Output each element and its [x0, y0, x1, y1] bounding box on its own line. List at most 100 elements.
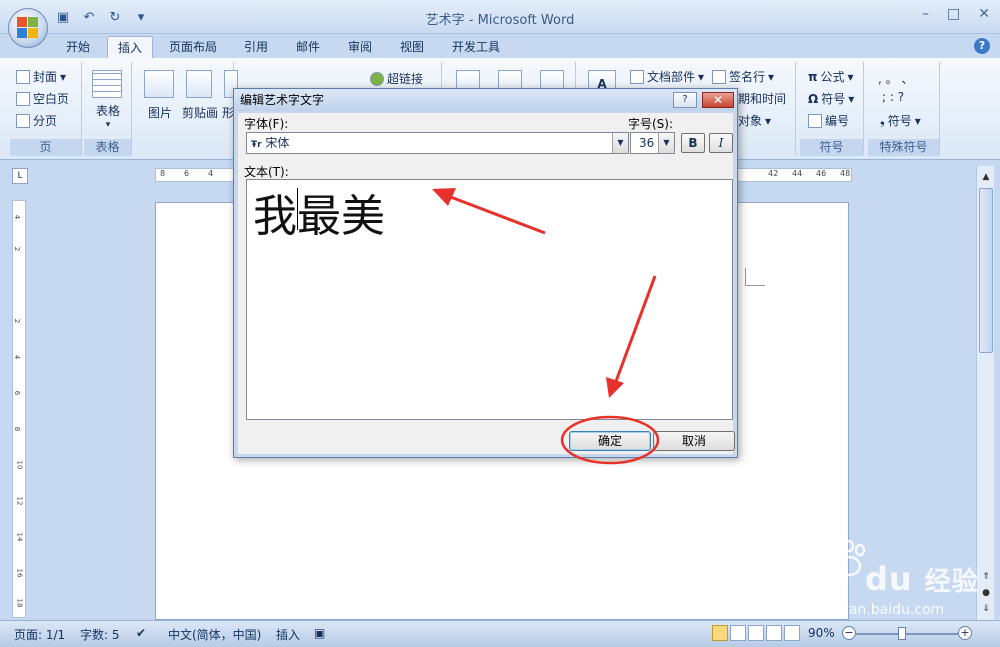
signature-icon — [712, 69, 726, 84]
numbering-button[interactable]: 编号 — [808, 112, 849, 129]
scroll-up-icon[interactable]: ▲ — [979, 170, 993, 184]
quick-parts-button[interactable]: 文档部件 ▾ — [630, 68, 704, 85]
vertical-scrollbar[interactable]: ▲ ⇑ ● ⇓ — [976, 166, 994, 620]
equation-button[interactable]: π 公式 ▾ — [808, 68, 854, 85]
office-logo-icon — [17, 17, 39, 39]
title-bar: ▣ ↶ ↻ ▾ 艺术字 - Microsoft Word – □ ✕ — [0, 0, 1000, 34]
tab-review[interactable]: 审阅 — [340, 36, 380, 58]
office-button[interactable] — [8, 8, 48, 48]
ruler-number: 14 — [15, 532, 24, 542]
macro-record-icon[interactable]: ▣ — [314, 626, 325, 640]
tab-view[interactable]: 视图 — [392, 36, 432, 58]
punctuation-row-2[interactable]: ; : ? — [882, 90, 904, 104]
signature-line-button[interactable]: 签名行 ▾ — [712, 68, 774, 85]
table-button[interactable]: 表格 — [84, 102, 132, 119]
size-label: 字号(S): — [628, 117, 674, 131]
next-page-icon[interactable]: ⇓ — [979, 602, 993, 616]
language-indicator[interactable]: 中文(简体，中国) — [168, 626, 261, 643]
size-value: 36 — [639, 136, 655, 150]
quick-parts-icon — [630, 69, 644, 84]
group-label-pages: 页 — [10, 139, 81, 156]
picture-button[interactable]: 图片 — [140, 104, 180, 121]
full-screen-reading-icon[interactable] — [730, 625, 746, 641]
ruler-number: 16 — [15, 568, 24, 578]
help-icon[interactable]: ? — [974, 38, 990, 54]
ruler-number: 44 — [792, 169, 803, 178]
edit-wordart-dialog: 编辑艺术字文字 ? ✕ 字体(F): Ŧr 宋体 ▼ 字号(S): 36 ▼ B… — [233, 88, 738, 458]
ruler-number: 4 — [13, 354, 22, 360]
dialog-close-button[interactable]: ✕ — [702, 92, 734, 108]
tab-references[interactable]: 引用 — [236, 36, 276, 58]
cancel-button[interactable]: 取消 — [653, 431, 735, 451]
page-break-button[interactable]: 分页 — [16, 112, 57, 129]
size-select[interactable]: 36 ▼ — [630, 132, 675, 154]
page-count[interactable]: 页面: 1/1 — [14, 626, 65, 643]
vertical-ruler[interactable]: 4 2 2 4 6 8 10 12 14 16 18 — [12, 200, 26, 618]
tab-developer[interactable]: 开发工具 — [444, 36, 508, 58]
picture-icon[interactable] — [144, 70, 174, 98]
symbol-button[interactable]: Ω 符号 ▾ — [808, 90, 854, 107]
group-pages: 封面 ▾ 空白页 分页 页 — [10, 62, 82, 156]
word-count[interactable]: 字数: 5 — [80, 626, 120, 643]
proofing-icon[interactable]: ✔ — [136, 626, 146, 640]
date-time-button[interactable]: 期和时间 — [738, 90, 786, 107]
object-button[interactable]: 对象 ▾ — [738, 112, 771, 129]
ruler-number: 10 — [15, 460, 24, 470]
ruler-number: 12 — [15, 496, 24, 506]
insert-mode[interactable]: 插入 — [276, 626, 300, 643]
chevron-down-icon[interactable]: ▼ — [612, 133, 628, 153]
hyperlink-icon — [370, 71, 384, 86]
tab-home[interactable]: 开始 — [56, 36, 100, 58]
blank-page-icon — [16, 91, 30, 106]
dialog-body: 字体(F): Ŧr 宋体 ▼ 字号(S): 36 ▼ B I 文本(T): 我最… — [238, 113, 735, 454]
margin-corner-mark — [745, 268, 765, 286]
baidu-watermark: Bai du 经验 jingyan.baidu.com — [765, 540, 978, 630]
chevron-down-icon[interactable]: ▼ — [658, 133, 674, 153]
pi-icon: π — [808, 69, 818, 84]
maximize-button[interactable]: □ — [947, 6, 960, 22]
zoom-slider[interactable] — [856, 633, 958, 635]
bold-button[interactable]: B — [681, 133, 705, 153]
scroll-thumb[interactable] — [979, 188, 993, 353]
print-layout-view-icon[interactable] — [712, 625, 728, 641]
special-symbol-button[interactable]: ❟ 符号 ▾ — [880, 112, 921, 129]
dialog-title: 编辑艺术字文字 — [234, 89, 737, 111]
previous-page-icon[interactable]: ⇑ — [979, 570, 993, 584]
cover-page-button[interactable]: 封面 ▾ — [16, 68, 66, 85]
table-icon[interactable] — [92, 70, 122, 98]
clipart-icon[interactable] — [186, 70, 212, 98]
font-value: 宋体 — [265, 136, 290, 150]
ruler-number: 8 — [160, 169, 166, 178]
ruler-number: 4 — [208, 169, 214, 178]
group-symbols: π 公式 ▾ Ω 符号 ▾ 编号 符号 — [800, 62, 864, 156]
punctuation-row-1[interactable]: , 。 、 — [878, 70, 913, 87]
close-window-button[interactable]: ✕ — [978, 6, 990, 22]
tab-mailings[interactable]: 邮件 — [288, 36, 328, 58]
blank-page-button[interactable]: 空白页 — [16, 90, 69, 107]
font-label: 字体(F): — [244, 117, 289, 131]
dialog-help-button[interactable]: ? — [673, 92, 697, 108]
tab-selector[interactable]: L — [12, 168, 28, 184]
ruler-number: 6 — [184, 169, 190, 178]
text-label: 文本(T): — [244, 165, 289, 179]
page-break-icon — [16, 113, 30, 128]
italic-button[interactable]: I — [709, 133, 733, 153]
window-title: 艺术字 - Microsoft Word — [425, 13, 575, 28]
truetype-font-icon: Ŧr — [251, 140, 262, 150]
ruler-number: 4 — [13, 214, 22, 220]
wordart-text-input[interactable]: 我最美 — [246, 179, 733, 420]
group-label-tables: 表格 — [84, 139, 131, 156]
web-layout-icon[interactable] — [748, 625, 764, 641]
numbering-icon — [808, 113, 822, 128]
tab-insert[interactable]: 插入 — [107, 36, 153, 58]
hyperlink-button[interactable]: 超链接 — [370, 70, 423, 87]
ok-button[interactable]: 确定 — [569, 431, 651, 451]
clipart-button[interactable]: 剪贴画 — [180, 104, 220, 121]
wordart-text-value: 我最美 — [253, 191, 385, 242]
group-label-symbols: 符号 — [800, 139, 863, 156]
minimize-button[interactable]: – — [922, 6, 929, 22]
font-select[interactable]: Ŧr 宋体 ▼ — [246, 132, 629, 154]
ruler-number: 8 — [13, 426, 22, 432]
browse-object-icon[interactable]: ● — [979, 586, 993, 600]
tab-page-layout[interactable]: 页面布局 — [162, 36, 224, 58]
